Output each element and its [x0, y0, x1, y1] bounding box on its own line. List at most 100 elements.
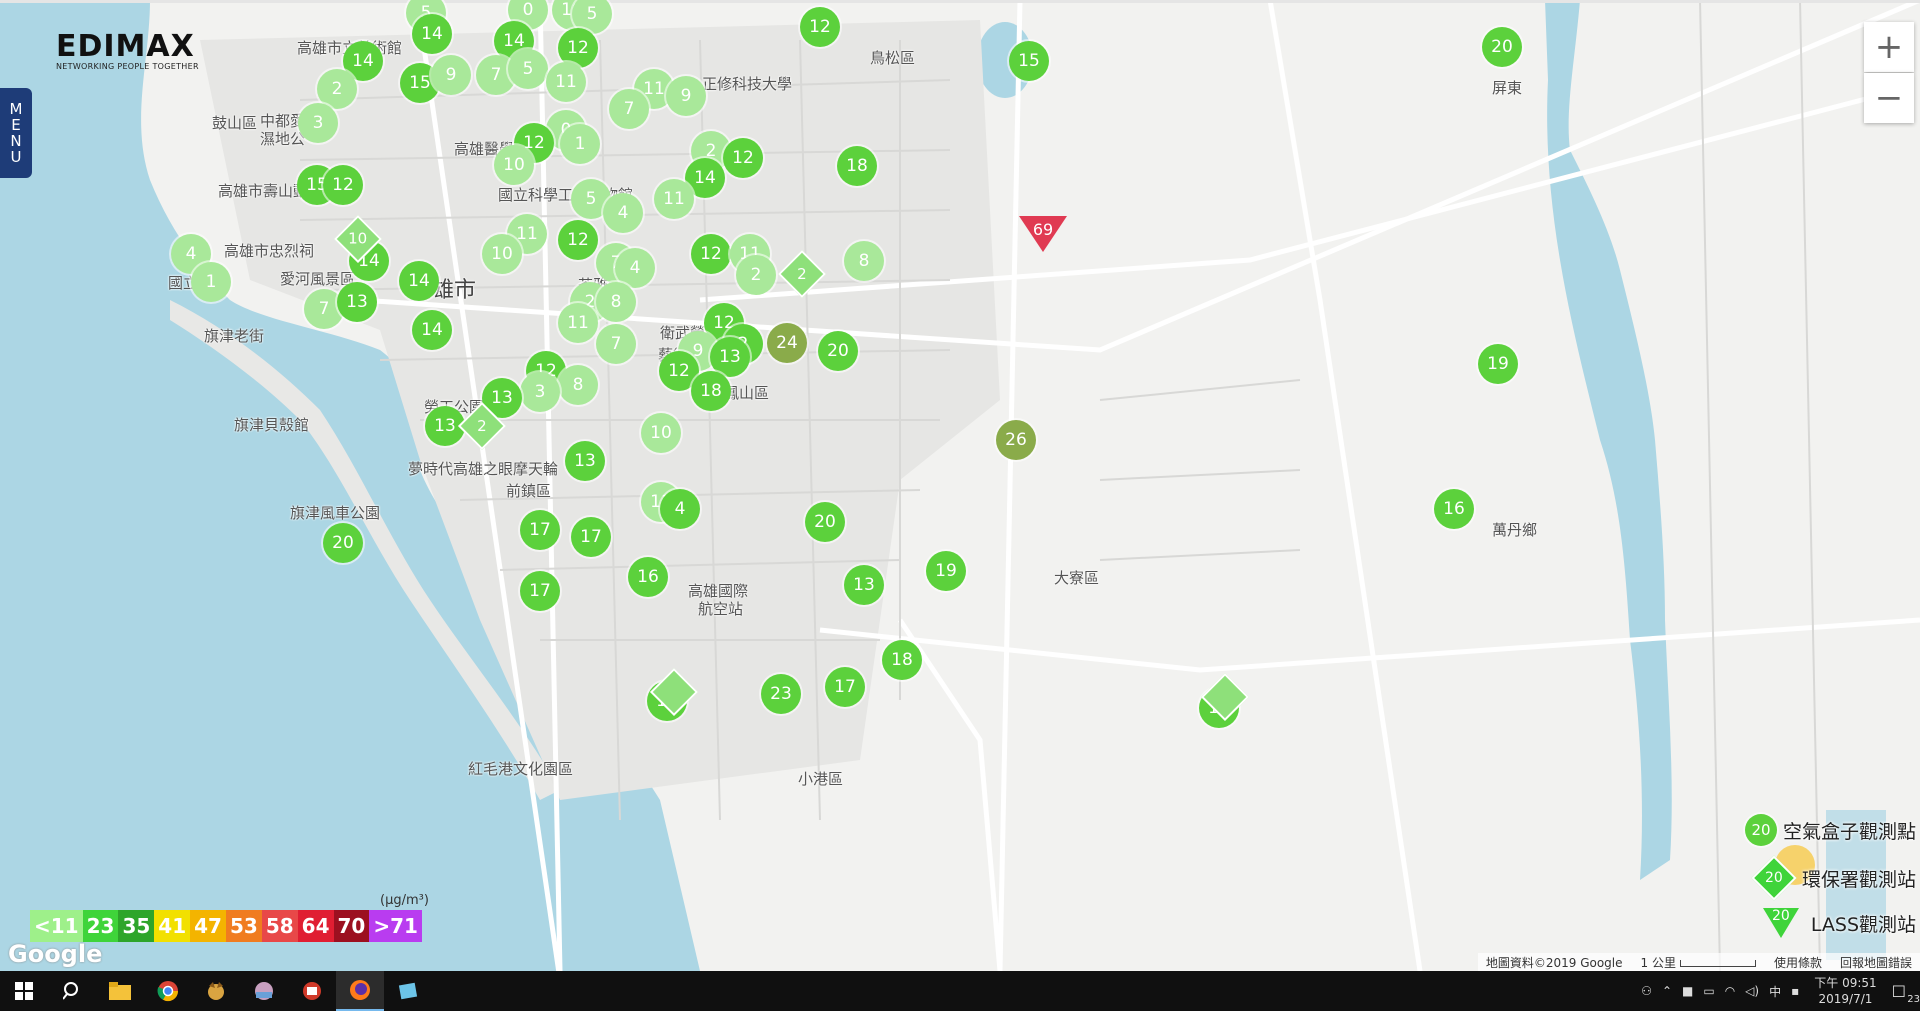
airbox-marker[interactable]: 7 — [596, 324, 636, 364]
file-explorer-button[interactable] — [96, 971, 144, 1011]
app-button-3[interactable] — [288, 971, 336, 1011]
zoom-in-button[interactable]: + — [1864, 22, 1914, 72]
airbox-marker[interactable]: 3 — [298, 103, 338, 143]
place-label: 萬丹鄉 — [1492, 521, 1538, 539]
ime-indicator[interactable]: 中 — [1764, 983, 1786, 1000]
clock[interactable]: 下午 09:51 2019/7/1 — [1804, 975, 1886, 1007]
wifi-icon[interactable]: ◠ — [1720, 984, 1740, 998]
airbox-marker[interactable]: 8 — [596, 282, 636, 322]
search-button[interactable] — [48, 971, 96, 1011]
airbox-marker[interactable]: 12 — [691, 234, 731, 274]
airbox-marker[interactable]: 1 — [560, 124, 600, 164]
notification-count: 23 — [1907, 993, 1920, 1005]
airbox-marker[interactable]: 20 — [1482, 27, 1522, 67]
airbox-marker[interactable]: 12 — [723, 138, 763, 178]
airbox-marker[interactable]: 3 — [520, 372, 560, 412]
chrome-button[interactable] — [144, 971, 192, 1011]
airbox-marker[interactable]: 15 — [1009, 41, 1049, 81]
app-button-2[interactable] — [240, 971, 288, 1011]
legend-airbox[interactable]: 20 空氣盒子觀測點 — [1744, 814, 1916, 846]
legend-color-cell: 58 — [261, 910, 298, 942]
airbox-marker[interactable]: 23 — [761, 674, 801, 714]
airbox-marker[interactable]: 14 — [412, 310, 452, 350]
place-label: 鳥松區 — [870, 49, 916, 67]
airbox-marker[interactable]: 4 — [603, 193, 643, 233]
volume-icon[interactable]: ◁) — [1740, 984, 1764, 998]
airbox-marker[interactable]: 12 — [558, 220, 598, 260]
airbox-marker[interactable]: 10 — [494, 145, 534, 185]
app-icon-1 — [208, 982, 224, 1000]
airbox-marker[interactable]: 10 — [482, 234, 522, 274]
airbox-marker[interactable]: 19 — [926, 551, 966, 591]
menu-tab[interactable]: MENU — [0, 88, 32, 178]
app-icon-4 — [398, 982, 418, 1000]
airbox-marker[interactable]: 10 — [641, 413, 681, 453]
airbox-marker[interactable]: 14 — [399, 261, 439, 301]
airbox-marker[interactable]: 13 — [565, 441, 605, 481]
search-icon — [63, 982, 78, 1000]
airbox-marker[interactable]: 18 — [837, 146, 877, 186]
airbox-marker[interactable]: 11 — [558, 303, 598, 343]
airbox-marker[interactable]: 12 — [323, 165, 363, 205]
clock-time: 下午 09:51 — [1814, 976, 1877, 990]
legend-lass[interactable]: 20 LASS觀測站 — [1762, 908, 1916, 938]
airbox-marker[interactable]: 17 — [825, 667, 865, 707]
airbox-marker[interactable]: 20 — [323, 523, 363, 563]
airbox-marker[interactable]: 7 — [609, 89, 649, 129]
airbox-marker[interactable]: 9 — [666, 76, 706, 116]
airbox-marker[interactable]: 26 — [996, 420, 1036, 460]
place-label: 紅毛港文化園區 — [468, 760, 574, 778]
airbox-marker[interactable]: 8 — [844, 241, 884, 281]
security-icon[interactable]: ■ — [1677, 984, 1698, 998]
airbox-marker[interactable]: 4 — [660, 489, 700, 529]
airbox-marker[interactable]: 17 — [520, 510, 560, 550]
airbox-marker[interactable]: 11 — [546, 62, 586, 102]
airbox-marker[interactable]: 17 — [571, 517, 611, 557]
app-button-4[interactable] — [384, 971, 432, 1011]
airbox-marker[interactable]: 9 — [431, 55, 471, 95]
firefox-icon — [350, 980, 370, 1000]
logo-tagline: NETWORKING PEOPLE TOGETHER — [56, 62, 199, 71]
edimax-logo[interactable]: EDIMAX NETWORKING PEOPLE TOGETHER — [56, 32, 206, 72]
terms-link[interactable]: 使用條款 — [1774, 954, 1822, 971]
airbox-marker[interactable]: 20 — [818, 331, 858, 371]
pm25-color-legend: <11 23 35 41 47 53 58 64 70 >71 — [30, 910, 422, 942]
lass-station-marker[interactable]: 69 — [1019, 216, 1067, 252]
airbox-marker[interactable]: 8 — [558, 365, 598, 405]
google-logo: Google — [8, 940, 103, 968]
windows-icon — [15, 982, 33, 1000]
zoom-out-button[interactable]: − — [1864, 73, 1914, 123]
people-icon[interactable]: ⚇ — [1636, 984, 1657, 998]
airbox-marker[interactable]: 18 — [882, 640, 922, 680]
app-icon-3 — [303, 982, 321, 1000]
legend-color-cell: 41 — [154, 910, 191, 942]
airbox-marker[interactable]: 13 — [337, 282, 377, 322]
airbox-marker[interactable]: 16 — [628, 557, 668, 597]
app-button-1[interactable] — [192, 971, 240, 1011]
airbox-marker[interactable]: 13 — [844, 565, 884, 605]
airbox-marker[interactable]: 2 — [736, 255, 776, 295]
airbox-marker[interactable]: 17 — [520, 571, 560, 611]
airbox-marker[interactable]: 5 — [508, 49, 548, 89]
airbox-marker[interactable]: 20 — [805, 502, 845, 542]
airbox-marker[interactable]: 12 — [800, 7, 840, 47]
airbox-marker[interactable]: 24 — [767, 323, 807, 363]
start-button[interactable] — [0, 971, 48, 1011]
airbox-marker[interactable]: 18 — [691, 371, 731, 411]
firefox-button[interactable] — [336, 971, 384, 1011]
legend-color-cell: 47 — [190, 910, 226, 942]
notification-center-icon[interactable]: ☐ 23 — [1887, 982, 1920, 1005]
battery-icon[interactable]: ▭ — [1698, 984, 1719, 998]
airbox-marker[interactable]: 19 — [1478, 344, 1518, 384]
airbox-marker[interactable]: 16 — [1434, 489, 1474, 529]
input-mode-icon[interactable]: ▪ — [1786, 984, 1804, 998]
report-error-link[interactable]: 回報地圖錯誤 — [1840, 954, 1912, 971]
system-tray: ⚇ ⌃ ■ ▭ ◠ ◁) 中 ▪ 下午 09:51 2019/7/1 ☐ 23 — [1636, 971, 1920, 1011]
airbox-legend-icon: 20 — [1744, 814, 1777, 846]
legend-epa[interactable]: 20 環保署觀測站 — [1751, 855, 1916, 901]
show-hidden-icons-chevron-up-icon[interactable]: ⌃ — [1657, 984, 1677, 998]
airbox-marker[interactable]: 1 — [191, 262, 231, 302]
place-label: 屏東 — [1492, 79, 1523, 97]
airbox-marker[interactable]: 14 — [412, 14, 452, 54]
airbox-marker[interactable]: 11 — [654, 179, 694, 219]
